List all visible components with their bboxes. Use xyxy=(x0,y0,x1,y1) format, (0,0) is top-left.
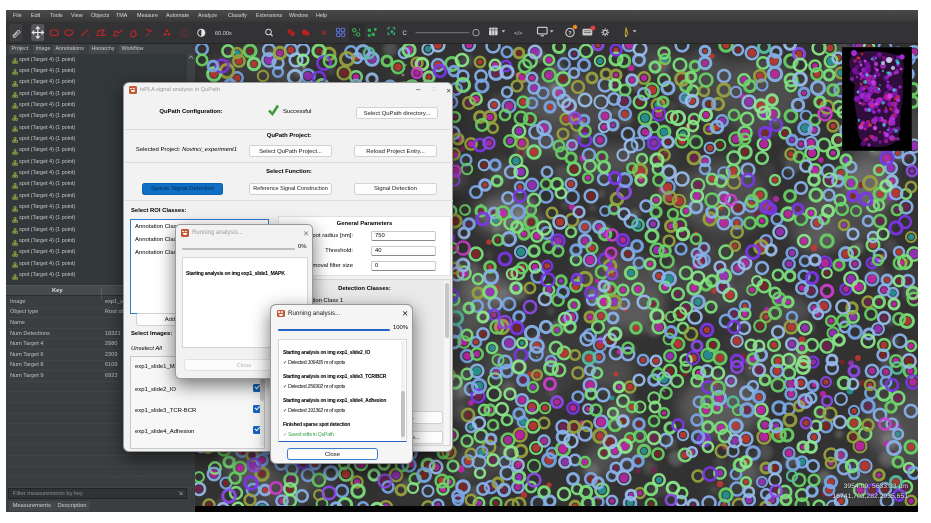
svg-text:</>: </> xyxy=(514,31,523,37)
svg-text:60.00x: 60.00x xyxy=(215,31,232,37)
svg-text:C: C xyxy=(403,31,408,37)
svg-text:N: N xyxy=(322,31,326,37)
svg-text:?: ? xyxy=(568,31,572,37)
